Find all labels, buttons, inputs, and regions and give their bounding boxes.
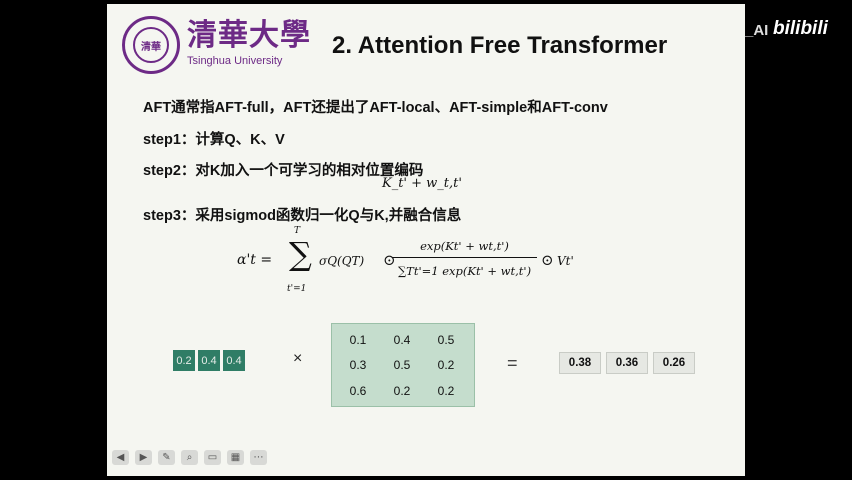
grid-icon[interactable]: ▦ xyxy=(227,450,244,465)
forward-icon[interactable]: ▶ xyxy=(135,450,152,465)
slide: 清華 清華大學 Tsinghua University 2. Attention… xyxy=(107,4,745,476)
formula-denominator: ∑Tt'=1 exp(Kt' + wt,t') xyxy=(397,264,532,278)
result-cell: 0.38 xyxy=(559,352,601,374)
step2-formula: K_t' + w_t,t' xyxy=(382,176,462,191)
matrix-cell: 0.5 xyxy=(437,333,455,347)
formula-sum-lower: t'=1 xyxy=(287,284,307,294)
times-symbol: × xyxy=(293,350,303,367)
equals-symbol: = xyxy=(507,353,518,373)
formula-sigma: σQ(QT) xyxy=(319,254,365,268)
result-cell: 0.36 xyxy=(606,352,648,374)
presentation-toolbar: ◀ ▶ ✎ ⌕ ▭ ▦ ⋯ xyxy=(112,450,267,465)
formula-sum: ∑ xyxy=(289,235,312,273)
watermark-ai: _AI xyxy=(745,22,769,39)
intro-line: AFT通常指AFT-full，AFT还提出了AFT-local、AFT-simp… xyxy=(143,100,608,116)
slide-title: 2. Attention Free Transformer xyxy=(332,32,668,59)
weight-matrix: 0.1 0.4 0.5 0.3 0.5 0.2 0.6 0.2 0.2 xyxy=(331,323,475,407)
formula-v: Vt' xyxy=(557,254,574,268)
formula-fraction-bar xyxy=(392,257,537,258)
aft-formula: α't = T ∑ t'=1 σQ(QT) ⊙ exp(Kt' + wt,t')… xyxy=(237,226,587,302)
step3-text: step3：采用sigmod函数归一化Q与K,并融合信息 xyxy=(143,208,462,224)
university-name-en: Tsinghua University xyxy=(187,55,283,67)
seal-inner: 清華 xyxy=(133,27,169,63)
pen-icon[interactable]: ✎ xyxy=(158,450,175,465)
vector-cell: 0.4 xyxy=(198,350,220,371)
bilibili-logo: bilibili xyxy=(773,18,828,39)
input-vector: 0.2 0.4 0.4 xyxy=(173,350,245,371)
zoom-icon[interactable]: ⌕ xyxy=(181,450,198,465)
step1-text: step1：计算Q、K、V xyxy=(143,132,285,148)
matrix-cell: 0.6 xyxy=(349,384,367,398)
university-name: 清華大學 xyxy=(187,18,311,53)
matrix-cell: 0.2 xyxy=(393,384,411,398)
matrix-cell: 0.3 xyxy=(349,358,367,372)
matrix-cell: 0.4 xyxy=(393,333,411,347)
formula-numerator: exp(Kt' + wt,t') xyxy=(420,239,509,253)
matrix-cell: 0.2 xyxy=(437,358,455,372)
back-icon[interactable]: ◀ xyxy=(112,450,129,465)
matrix-cell: 0.5 xyxy=(393,358,411,372)
matrix-cell: 0.2 xyxy=(437,384,455,398)
vector-cell: 0.4 xyxy=(223,350,245,371)
result-cell: 0.26 xyxy=(653,352,695,374)
result-vector: 0.38 0.36 0.26 xyxy=(559,352,695,374)
formula-odot-2: ⊙ xyxy=(541,251,554,269)
tsinghua-seal-logo: 清華 xyxy=(122,16,180,74)
formula-lhs: α't = xyxy=(237,252,273,268)
more-icon[interactable]: ⋯ xyxy=(250,450,267,465)
video-icon[interactable]: ▭ xyxy=(204,450,221,465)
vector-cell: 0.2 xyxy=(173,350,195,371)
matrix-cell: 0.1 xyxy=(349,333,367,347)
